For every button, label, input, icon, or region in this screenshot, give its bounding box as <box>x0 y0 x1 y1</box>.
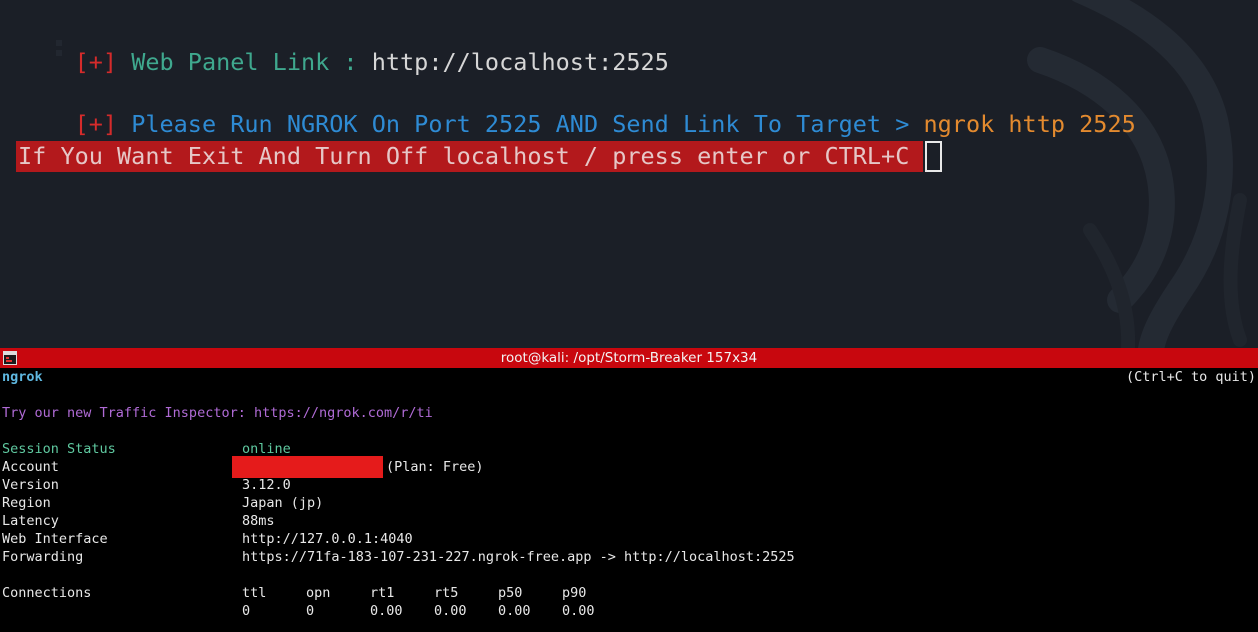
web-panel-label: Web Panel Link : <box>131 48 358 76</box>
exit-prompt-line: If You Want Exit And Turn Off localhost … <box>16 141 943 172</box>
web-panel-url[interactable]: http://localhost:2525 <box>372 48 669 76</box>
web-interface-label: Web Interface <box>2 531 108 547</box>
session-status-label: Session Status <box>2 441 116 457</box>
region-label: Region <box>2 495 51 511</box>
forwarding-value[interactable]: https://71fa-183-107-231-227.ngrok-free.… <box>242 548 795 566</box>
ngrok-app-name: ngrok <box>2 369 43 385</box>
region-value: Japan (jp) <box>242 495 324 511</box>
connections-header-ttl: ttl <box>242 585 267 601</box>
version-value: 3.12.0 <box>242 477 291 493</box>
terminal-output: ngrok (Ctrl+C to quit) Try our new Traff… <box>0 368 1258 632</box>
window-title-bar[interactable]: root@kali: /opt/Storm-Breaker 157x34 <box>0 348 1258 368</box>
connections-value-rt5: 0.00 <box>434 603 467 619</box>
version-label: Version <box>2 477 59 493</box>
prefix-marker: [+] <box>74 48 118 76</box>
traffic-inspector-promo[interactable]: Try our new Traffic Inspector: https://n… <box>2 404 433 422</box>
connections-value-ttl: 0 <box>242 603 251 619</box>
exit-prompt-text: If You Want Exit And Turn Off localhost … <box>16 141 924 172</box>
latency-label: Latency <box>2 513 59 529</box>
connections-header-rt5: rt5 <box>434 585 459 601</box>
connections-header-p50: p50 <box>498 585 523 601</box>
connections-value-p50: 0.00 <box>498 603 531 619</box>
quit-hint: (Ctrl+C to quit) <box>1125 369 1256 385</box>
prefix-marker: [+] <box>74 110 118 138</box>
connections-header-rt1: rt1 <box>370 585 395 601</box>
forwarding-label: Forwarding <box>2 549 84 565</box>
terminal-app-icon <box>3 351 17 365</box>
latency-value: 88ms <box>242 513 275 529</box>
top-terminal-pane: [+] Web Panel Link : http://localhost:25… <box>0 0 1258 348</box>
connections-header-opn: opn <box>306 585 331 601</box>
ngrok-command: ngrok http 2525 <box>923 110 1136 138</box>
connections-label: Connections <box>2 585 92 601</box>
connections-value-rt1: 0.00 <box>370 603 403 619</box>
window-title: root@kali: /opt/Storm-Breaker 157x34 <box>500 350 758 366</box>
account-label: Account <box>2 459 59 475</box>
ngrok-terminal-window: root@kali: /opt/Storm-Breaker 157x34 ngr… <box>0 348 1258 632</box>
connections-value-opn: 0 <box>306 603 315 619</box>
web-interface-value[interactable]: http://127.0.0.1:4040 <box>242 530 413 548</box>
account-redaction-block <box>232 456 383 478</box>
connections-value-p90: 0.00 <box>562 603 595 619</box>
account-plan-value: (Plan: Free) <box>386 459 484 475</box>
terminal-cursor[interactable] <box>925 141 943 172</box>
ngrok-instruction-text: Please Run NGROK On Port 2525 AND Send L… <box>131 110 910 138</box>
connections-header-p90: p90 <box>562 585 587 601</box>
